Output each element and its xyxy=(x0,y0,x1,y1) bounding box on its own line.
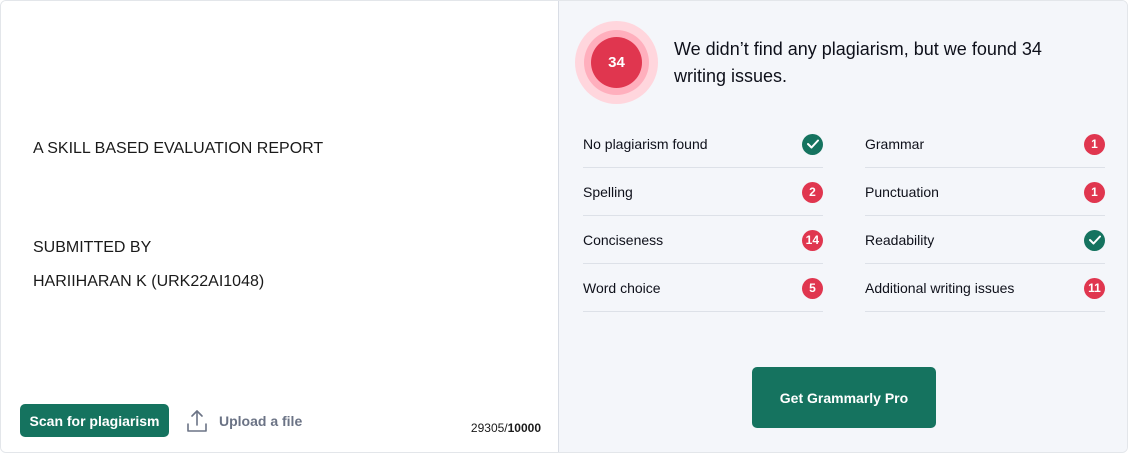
character-count-used: 29305/ xyxy=(470,421,508,435)
issue-label: Readability xyxy=(865,232,935,248)
issue-row-plagiarism[interactable]: No plagiarism found xyxy=(583,121,823,168)
results-pane: 34 We didn’t find any plagiarism, but we… xyxy=(559,1,1127,452)
issue-label: Word choice xyxy=(583,280,661,296)
issue-row-additional[interactable]: Additional writing issues 11 xyxy=(865,265,1105,312)
upload-icon xyxy=(187,410,207,432)
issue-count-badge: 1 xyxy=(1084,181,1105,203)
issue-label: Conciseness xyxy=(583,232,664,248)
upload-file-button[interactable]: Upload a file xyxy=(186,406,302,436)
text-input-pane[interactable]: A SKILL BASED EVALUATION REPORT SUBMITTE… xyxy=(1,1,558,452)
scan-for-plagiarism-button[interactable]: Scan for plagiarism xyxy=(20,404,169,437)
issue-row-conciseness[interactable]: Conciseness 14 xyxy=(583,217,823,264)
issue-label: Spelling xyxy=(583,184,633,200)
document-author-line: HARIIHARAN K (URK22AI1048) xyxy=(33,273,265,290)
score-value: 34 xyxy=(591,37,642,88)
check-icon xyxy=(1084,229,1105,251)
issue-label: Grammar xyxy=(865,136,925,152)
character-counter: 29305/10000 xyxy=(471,421,541,435)
issue-count-badge: 1 xyxy=(1084,133,1105,155)
document-title-line: A SKILL BASED EVALUATION REPORT xyxy=(33,140,324,157)
document-submitted-by-line: SUBMITTED BY xyxy=(33,239,152,256)
issue-row-punctuation[interactable]: Punctuation 1 xyxy=(865,169,1105,216)
get-grammarly-pro-button[interactable]: Get Grammarly Pro xyxy=(752,367,936,428)
issue-label: No plagiarism found xyxy=(583,136,708,152)
issue-count-badge: 11 xyxy=(1084,277,1105,299)
results-headline: We didn’t find any plagiarism, but we fo… xyxy=(674,39,1042,86)
issue-row-readability[interactable]: Readability xyxy=(865,217,1105,264)
issue-row-grammar[interactable]: Grammar 1 xyxy=(865,121,1105,168)
issue-count-badge: 5 xyxy=(802,277,823,299)
issue-row-spelling[interactable]: Spelling 2 xyxy=(583,169,823,216)
issue-row-word-choice[interactable]: Word choice 5 xyxy=(583,265,823,312)
upload-file-label: Upload a file xyxy=(219,413,303,429)
issue-count-badge: 2 xyxy=(802,181,823,203)
issue-label: Punctuation xyxy=(865,184,939,200)
check-icon xyxy=(802,133,823,155)
issue-score-badge: 34 xyxy=(575,21,658,104)
character-count-limit: 10000 xyxy=(507,421,541,435)
plagiarism-checker-window: A SKILL BASED EVALUATION REPORT SUBMITTE… xyxy=(0,0,1128,453)
issue-label: Additional writing issues xyxy=(865,280,1015,296)
issue-count-badge: 14 xyxy=(801,229,823,251)
